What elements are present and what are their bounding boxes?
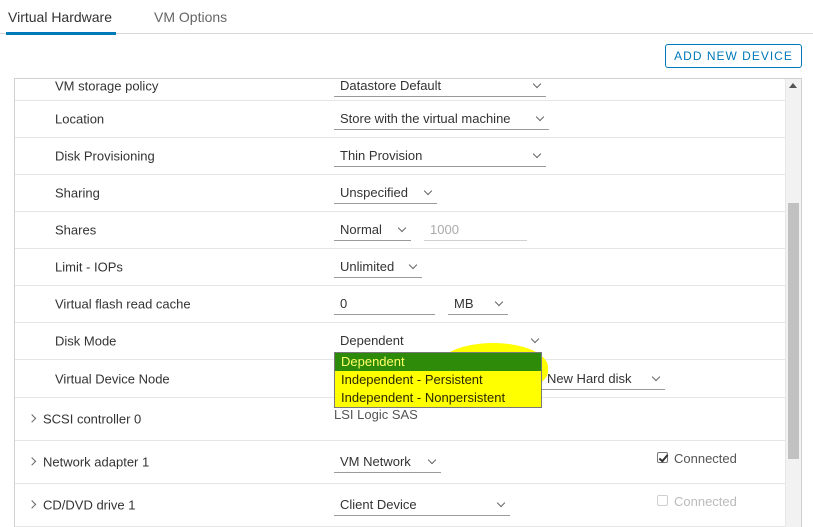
- tab-vm-options[interactable]: VM Options: [154, 0, 227, 34]
- row-limit-iops: Limit - IOPs Unlimited: [15, 249, 787, 286]
- cd-dvd-select[interactable]: Client Device: [334, 494, 510, 516]
- row-disk-provisioning: Disk Provisioning Thin Provision: [15, 138, 787, 175]
- row-flash-read-cache: Virtual flash read cache 0 MB: [15, 286, 787, 323]
- scsi-controller-label: SCSI controller 0: [43, 411, 142, 427]
- row-location: Location Store with the virtual machine: [15, 101, 787, 138]
- flash-read-cache-unit-select[interactable]: MB: [448, 293, 508, 315]
- chevron-right-icon[interactable]: [27, 500, 37, 509]
- shares-value: Normal: [340, 222, 382, 237]
- network-select[interactable]: VM Network: [334, 451, 441, 473]
- cd-dvd-connected-label: Connected: [674, 494, 737, 509]
- chevron-down-icon: [423, 186, 433, 196]
- network-adapter-label: Network adapter 1: [43, 454, 150, 470]
- vertical-scrollbar[interactable]: [785, 79, 801, 527]
- sharing-select[interactable]: Unspecified: [334, 182, 437, 204]
- tab-virtual-hardware[interactable]: Virtual Hardware: [5, 0, 117, 35]
- network-connected-checkbox[interactable]: [657, 452, 668, 463]
- disk-mode-option-independent-nonpersistent[interactable]: Independent - Nonpersistent: [335, 389, 541, 407]
- limit-iops-value: Unlimited: [340, 259, 395, 274]
- chevron-down-icon: [532, 149, 542, 159]
- flash-read-cache-unit: MB: [454, 296, 474, 311]
- location-value: Store with the virtual machine: [340, 111, 511, 126]
- disk-provisioning-value: Thin Provision: [340, 148, 423, 163]
- scsi-controller-type: LSI Logic SAS: [334, 407, 418, 422]
- chevron-right-icon[interactable]: [27, 457, 37, 466]
- virtual-device-node-value: ) New Hard disk: [539, 371, 632, 386]
- cd-dvd-value: Client Device: [340, 497, 417, 512]
- chevron-down-icon: [532, 79, 542, 89]
- vm-storage-policy-label: VM storage policy: [55, 78, 159, 93]
- disk-mode-label: Disk Mode: [55, 333, 117, 349]
- vm-storage-policy-select[interactable]: Datastore Default: [334, 78, 546, 97]
- cd-dvd-drive-label: CD/DVD drive 1: [43, 497, 136, 513]
- shares-amount-input: 1000: [424, 219, 527, 241]
- chevron-down-icon: [530, 334, 540, 344]
- sharing-label: Sharing: [55, 185, 100, 201]
- chevron-right-icon[interactable]: [27, 414, 37, 423]
- disk-mode-value: Dependent: [340, 333, 404, 348]
- virtual-device-node-label: Virtual Device Node: [55, 371, 170, 386]
- chevron-down-icon: [496, 498, 506, 508]
- flash-read-cache-input[interactable]: 0: [334, 293, 435, 315]
- chevron-down-icon: [651, 372, 661, 382]
- location-select[interactable]: Store with the virtual machine: [334, 108, 549, 130]
- chevron-down-icon: [427, 455, 437, 465]
- disk-provisioning-select[interactable]: Thin Provision: [334, 145, 546, 167]
- chevron-down-icon: [397, 223, 407, 233]
- disk-mode-option-dependent[interactable]: Dependent: [335, 353, 541, 371]
- virtual-device-node-select[interactable]: ) New Hard disk: [539, 368, 665, 390]
- limit-iops-label: Limit - IOPs: [55, 259, 123, 275]
- chevron-down-icon: [408, 260, 418, 270]
- chevron-down-icon: [494, 297, 504, 307]
- disk-mode-dropdown-list: Dependent Independent - Persistent Indep…: [334, 352, 542, 408]
- shares-select[interactable]: Normal: [334, 219, 411, 241]
- sharing-value: Unspecified: [340, 185, 408, 200]
- add-new-device-button[interactable]: ADD NEW DEVICE: [665, 44, 802, 68]
- scrollbar-thumb[interactable]: [788, 203, 799, 459]
- disk-mode-option-independent-persistent[interactable]: Independent - Persistent: [335, 371, 541, 389]
- row-cd-dvd-drive[interactable]: CD/DVD drive 1 Client Device Connected: [15, 484, 787, 527]
- limit-iops-select[interactable]: Unlimited: [334, 256, 422, 278]
- row-network-adapter[interactable]: Network adapter 1 VM Network Connected: [15, 441, 787, 484]
- chevron-down-icon: [535, 112, 545, 122]
- disk-provisioning-label: Disk Provisioning: [55, 148, 155, 164]
- row-sharing: Sharing Unspecified: [15, 175, 787, 212]
- flash-read-cache-label: Virtual flash read cache: [55, 296, 191, 312]
- location-label: Location: [55, 111, 105, 127]
- tab-bar: Virtual Hardware VM Options: [0, 0, 813, 35]
- network-value: VM Network: [340, 454, 411, 469]
- cd-dvd-connected-checkbox: [657, 495, 668, 506]
- row-vm-storage-policy: VM storage policy Datastore Default: [15, 78, 787, 101]
- network-connected-label: Connected: [674, 451, 737, 466]
- hardware-panel: VM storage policy Datastore Default Loca…: [14, 78, 802, 527]
- shares-label: Shares: [55, 222, 97, 238]
- scroll-up-arrow-icon[interactable]: [789, 83, 797, 88]
- vm-storage-policy-value: Datastore Default: [340, 78, 442, 93]
- row-shares: Shares Normal 1000: [15, 212, 787, 249]
